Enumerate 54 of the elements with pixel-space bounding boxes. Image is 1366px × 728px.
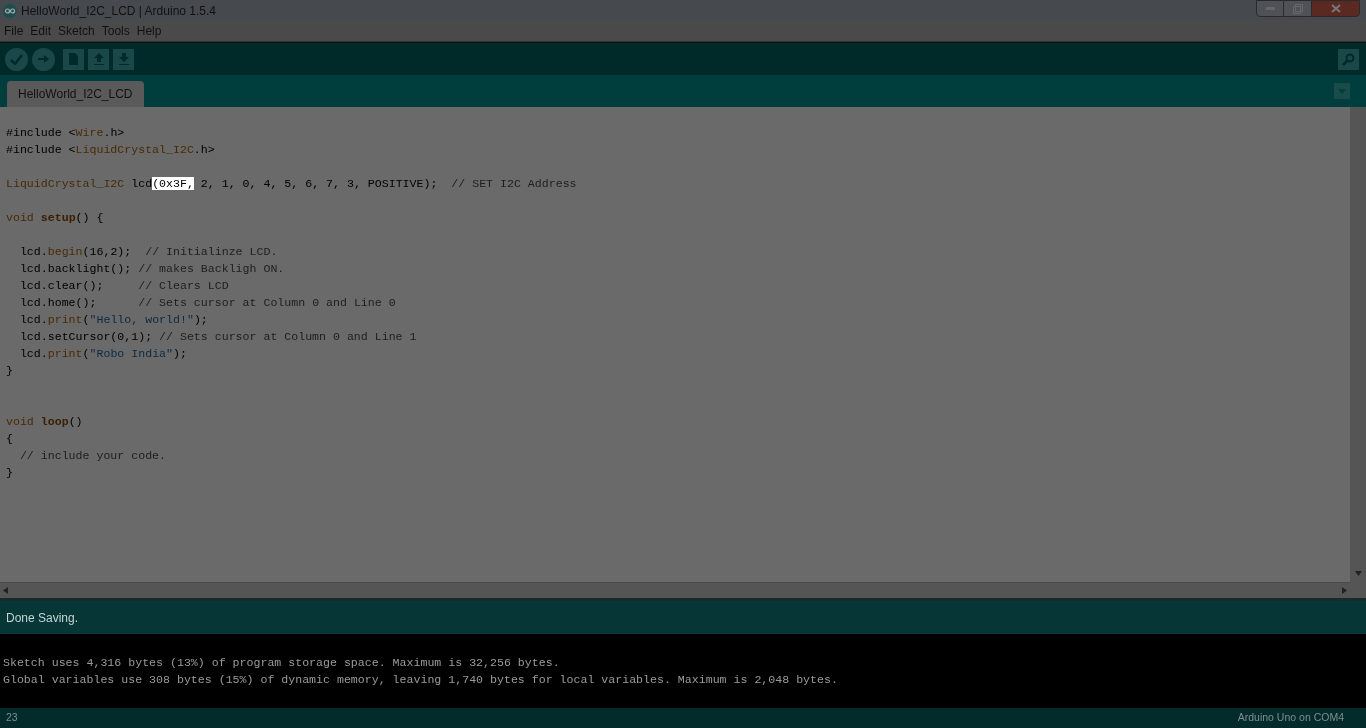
code-line: lcd.print("Hello, world!"); bbox=[18, 313, 208, 326]
open-button[interactable] bbox=[88, 48, 109, 70]
code-line: lcd.print("Robo India"); bbox=[18, 347, 187, 360]
code-line: lcd.clear(); // Clears LCD bbox=[18, 279, 229, 292]
code-line: lcd.backlight(); // makes Backligh ON. bbox=[18, 262, 285, 275]
code-line: lcd.setCursor(0,1); // Sets cursor at Column 0 and Line 1 bbox=[18, 330, 417, 343]
menu-item[interactable]: File bbox=[4, 22, 24, 40]
status-message: Done Saving. bbox=[6, 609, 79, 627]
file-tab[interactable]: HelloWorld_I2C_LCD bbox=[7, 81, 144, 107]
caret-icon bbox=[1338, 88, 1346, 94]
code-line: lcd.home(); // Sets cursor at Column 0 and Line 0 bbox=[18, 296, 396, 309]
up-arrow-icon bbox=[93, 53, 104, 65]
magnifier-icon bbox=[1342, 52, 1355, 66]
minimize-icon bbox=[1265, 6, 1275, 11]
close-icon bbox=[1330, 4, 1341, 13]
code-line: { bbox=[6, 432, 13, 445]
upload-button[interactable] bbox=[32, 47, 55, 71]
code-line: void loop() bbox=[6, 415, 83, 428]
verify-button[interactable] bbox=[5, 47, 28, 71]
save-button[interactable] bbox=[113, 48, 134, 70]
serial-monitor-button[interactable] bbox=[1338, 48, 1359, 70]
line-number: 23 bbox=[6, 710, 18, 726]
code-line: } bbox=[6, 466, 13, 479]
close-button[interactable] bbox=[1311, 0, 1360, 17]
right-arrow-icon bbox=[38, 54, 49, 64]
down-arrow-icon bbox=[118, 53, 129, 65]
code-line: // include your code. bbox=[18, 449, 167, 462]
board-port-label: Arduino Uno on COM4 bbox=[1237, 710, 1344, 726]
horizontal-scrollbar[interactable] bbox=[0, 582, 1350, 598]
restore-button[interactable] bbox=[1284, 0, 1311, 17]
code-line: #include <Wire.h> bbox=[6, 126, 125, 139]
window-title: HelloWorld_I2C_LCD | Arduino 1.5.4 bbox=[21, 2, 216, 20]
tab-menu-button[interactable] bbox=[1334, 83, 1350, 99]
minimize-button[interactable] bbox=[1256, 0, 1284, 17]
code-line: lcd.begin(16,2); // Initialinze LCD. bbox=[18, 245, 278, 258]
menu-item[interactable]: Sketch bbox=[58, 22, 95, 40]
right-arrow-icon bbox=[1342, 587, 1347, 594]
console-line: Global variables use 308 bytes (15%) of dynamic memory, leaving 1,740 bytes for local variables. Maximum is 2,048 bytes. bbox=[3, 673, 838, 686]
checkmark-icon bbox=[10, 53, 23, 65]
menu-item[interactable]: Help bbox=[136, 22, 162, 40]
code-line: #include <LiquidCrystal_I2C.h> bbox=[6, 143, 215, 156]
down-arrow-icon bbox=[1354, 571, 1362, 576]
code-line: LiquidCrystal_I2C lcd(0x3F, 2, 1, 0, 4, 5, 6, 7, 3, POSITIVE); // SET I2C Address bbox=[6, 177, 577, 190]
vertical-scrollbar[interactable] bbox=[1350, 107, 1366, 598]
app-logo-icon bbox=[3, 3, 17, 18]
menu-item[interactable]: Edit bbox=[30, 22, 52, 40]
restore-icon bbox=[1292, 3, 1303, 14]
left-arrow-icon bbox=[3, 587, 8, 594]
code-line: } bbox=[6, 364, 13, 377]
document-icon bbox=[69, 53, 78, 65]
menu-item[interactable]: Tools bbox=[101, 22, 130, 40]
new-button[interactable] bbox=[63, 48, 84, 70]
console-line: Sketch uses 4,316 bytes (13%) of program storage space. Maximum is 32,256 bytes. bbox=[3, 656, 560, 669]
code-line: void setup() { bbox=[6, 211, 104, 224]
